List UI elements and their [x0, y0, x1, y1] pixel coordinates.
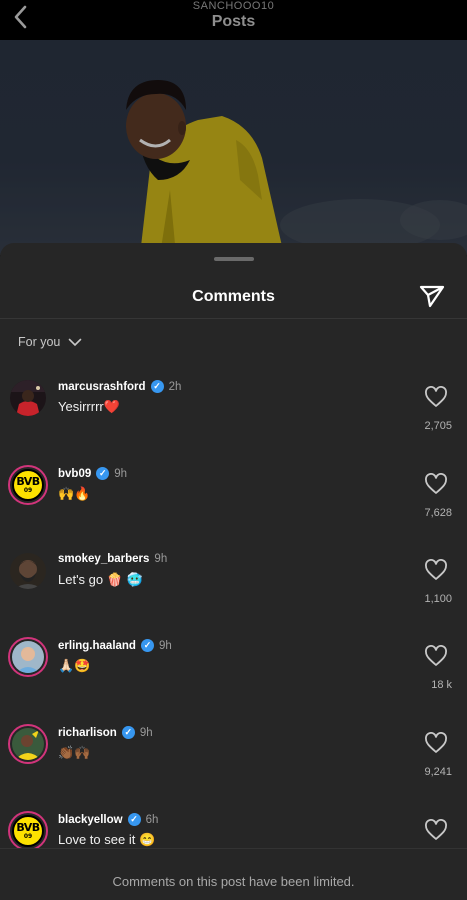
comment-time: 9h: [158, 639, 172, 652]
heart-icon[interactable]: [424, 732, 448, 754]
like-count: 7,628: [424, 507, 452, 519]
logo-subtext: 09: [23, 487, 33, 494]
comments-limited-notice: Comments on this post have been limited.: [112, 874, 355, 889]
bvb-logo: BVB 09: [12, 469, 44, 501]
profile-username: SANCHOOO10: [192, 0, 275, 12]
heart-icon[interactable]: [424, 386, 448, 408]
comment-time: 9h: [114, 467, 128, 480]
comments-footer: Comments on this post have been limited.: [0, 848, 467, 900]
bvb-logo: BVB 09: [12, 815, 44, 847]
avatar[interactable]: BVB 09: [8, 465, 48, 505]
verified-badge-icon: ✓: [140, 639, 154, 652]
send-icon[interactable]: [418, 283, 446, 309]
avatar[interactable]: [8, 724, 48, 764]
comments-title: Comments: [192, 288, 275, 305]
image-dim-overlay: [0, 40, 467, 255]
comment-time: 9h: [139, 726, 153, 739]
avatar[interactable]: [10, 380, 46, 416]
comment-item: richarlison ✓ 9h 👏🏾🙌🏾 9,241: [0, 724, 467, 806]
logo-text: BVB: [16, 475, 40, 488]
comment-item: smokey_barbers 9h Let's go 🍿 🥶 1,100: [0, 553, 467, 633]
like-count: 1,100: [424, 593, 452, 605]
sort-label: For you: [18, 335, 61, 349]
comment-username[interactable]: marcusrashford: [58, 381, 146, 393]
heart-icon[interactable]: [424, 559, 448, 581]
comment-username[interactable]: erling.haaland: [58, 640, 136, 652]
comment-username[interactable]: bvb09: [58, 468, 91, 480]
like-count: 18 k: [431, 679, 452, 691]
comment-text: 🙌🔥: [58, 486, 91, 501]
comment-time: 2h: [168, 380, 182, 393]
comment-text: Yesirrrrr❤️: [58, 399, 120, 414]
comment-text: Love to see it 😁: [58, 832, 156, 847]
comment-item: BVB 09 bvb09 ✓ 9h 🙌🔥 7,628: [0, 465, 467, 547]
avatar-image: [12, 641, 44, 673]
comment-text: 🙏🏻🤩: [58, 658, 91, 673]
top-bar: SANCHOOO10 Posts: [0, 0, 467, 40]
drag-handle[interactable]: [214, 257, 254, 261]
avatar-image-wrap: [12, 641, 44, 673]
avatar[interactable]: [10, 553, 46, 589]
comment-text: Let's go 🍿 🥶: [58, 572, 143, 587]
heart-icon[interactable]: [424, 819, 448, 841]
comment-username[interactable]: smokey_barbers: [58, 553, 149, 565]
comment-username[interactable]: blackyellow: [58, 814, 123, 826]
verified-badge-icon: ✓: [121, 726, 135, 739]
logo-subtext: 09: [23, 833, 33, 840]
post-image[interactable]: [0, 40, 467, 255]
avatar-image: [10, 380, 46, 416]
logo-text: BVB: [16, 821, 40, 834]
avatar-image: [12, 728, 44, 760]
heart-icon[interactable]: [424, 645, 448, 667]
comment-text: 👏🏾🙌🏾: [58, 745, 91, 760]
comment-username[interactable]: richarlison: [58, 727, 117, 739]
like-count: 2,705: [424, 420, 452, 432]
avatar[interactable]: [8, 637, 48, 677]
divider: [0, 318, 467, 319]
page-title: Posts: [211, 13, 256, 30]
comment-item: erling.haaland ✓ 9h 🙏🏻🤩 18 k: [0, 637, 467, 719]
comment-item: marcusrashford ✓ 2h Yesirrrrr❤️ 2,705: [0, 380, 467, 460]
comment-time: 6h: [145, 813, 159, 826]
avatar-image-wrap: [12, 728, 44, 760]
verified-badge-icon: ✓: [96, 467, 110, 480]
sort-dropdown[interactable]: For you: [18, 335, 82, 349]
chevron-down-icon: [69, 338, 82, 346]
verified-badge-icon: ✓: [127, 813, 141, 826]
comment-time: 9h: [154, 553, 168, 565]
avatar[interactable]: BVB 09: [8, 811, 48, 851]
verified-badge-icon: ✓: [150, 380, 164, 393]
avatar-image: [10, 553, 46, 589]
like-count: 9,241: [424, 766, 452, 778]
comments-sheet: Comments For you marcusrashford ✓ 2h Yes…: [0, 243, 467, 900]
heart-icon[interactable]: [424, 473, 448, 495]
